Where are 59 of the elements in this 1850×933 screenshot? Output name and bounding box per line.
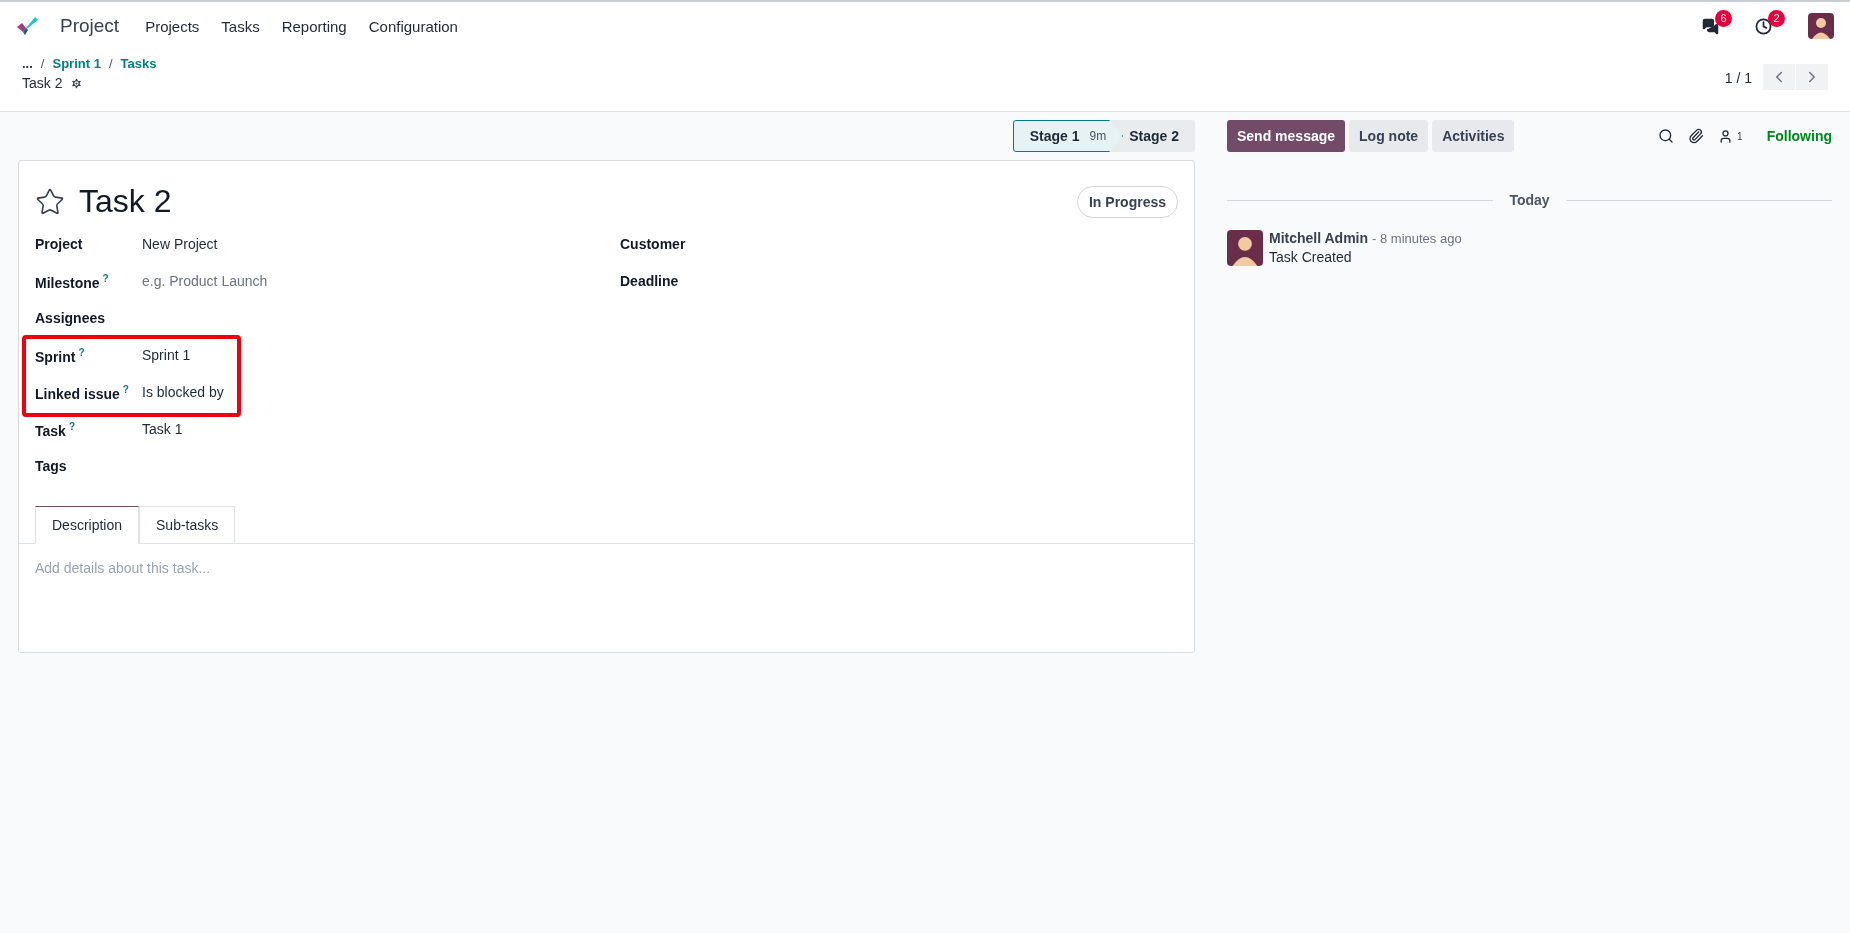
field-value[interactable]: New Project [142,236,218,252]
breadcrumb-ellipsis[interactable]: ... [22,56,33,71]
field-value[interactable]: Sprint 1 [142,347,191,363]
help-icon[interactable]: ? [68,421,75,432]
previous-button[interactable] [1763,64,1795,90]
message-body: Task Created [1269,249,1353,265]
stage-button[interactable]: Stage 1 9m [1012,120,1124,152]
star-icon[interactable] [35,186,65,217]
field-value[interactable]: Task 1 [142,421,183,437]
breadcrumb-link[interactable]: Sprint 1 [52,56,101,71]
menu-item[interactable]: Reporting [281,17,347,35]
pager-value[interactable]: 1 / 1 [1724,70,1752,86]
field-label: Task $^{?}$ [35,421,76,439]
field-label: Sprint $^{?}$ [35,347,86,365]
help-icon[interactable]: ? [122,384,129,395]
field-label: Assignees [35,310,107,326]
field-label: Customer [620,236,687,252]
help-icon[interactable]: ? [78,347,85,358]
field-label: Project [35,236,84,252]
message-author[interactable]: Mitchell Admin [1269,230,1369,246]
task-title: Task 2 [79,183,173,220]
count-badge: 6 [1715,9,1732,27]
menu-item[interactable]: Configuration [368,17,458,35]
logo-icon[interactable] [16,16,38,36]
field-label: Linked issue $^{?}$ [35,384,130,402]
breadcrumb-link[interactable]: Tasks [120,56,157,71]
chatter-button[interactable]: Activities [1432,120,1515,152]
next-button[interactable] [1796,64,1828,90]
menu-item[interactable]: Tasks [221,17,260,35]
field-label: Deadline [620,273,680,289]
settings-icon[interactable] [70,76,84,90]
status-button[interactable]: In Progress [1076,185,1178,218]
followers-icon[interactable] [1718,128,1734,144]
field-value[interactable]: Is blocked by [142,384,224,400]
chatter-button[interactable]: Send message [1227,120,1346,152]
followers-count[interactable]: 1 [1737,130,1743,142]
date-separator: Today [1509,192,1550,208]
field-label: Milestone $^{?}$ [35,273,110,291]
avatar[interactable] [1808,13,1834,39]
message-time: - 8 minutes ago [1372,231,1462,246]
chat-icon[interactable] [1702,17,1719,35]
help-icon[interactable]: ? [102,273,109,284]
breadcrumb-separator: / [108,56,113,71]
chatter-button[interactable]: Log note [1349,120,1429,152]
form-tab[interactable]: Sub-tasks [139,506,236,544]
app-name[interactable]: Project [60,15,120,37]
field-placeholder[interactable]: e.g. Product Launch [142,273,268,289]
clock-icon[interactable] [1755,17,1772,35]
stage-button[interactable]: Stage 2 [1109,120,1195,152]
field-label: Tags [35,458,68,474]
avatar [1227,230,1263,266]
breadcrumb-separator: / [40,56,45,71]
form-tab[interactable]: Description [35,506,140,544]
search-icon[interactable] [1658,128,1675,144]
following-link[interactable]: Following [1766,128,1832,144]
paperclip-icon[interactable] [1688,128,1705,144]
record-name: Task 2 [22,75,63,91]
menu-item[interactable]: Projects [145,17,200,35]
count-badge: 2 [1768,9,1785,27]
